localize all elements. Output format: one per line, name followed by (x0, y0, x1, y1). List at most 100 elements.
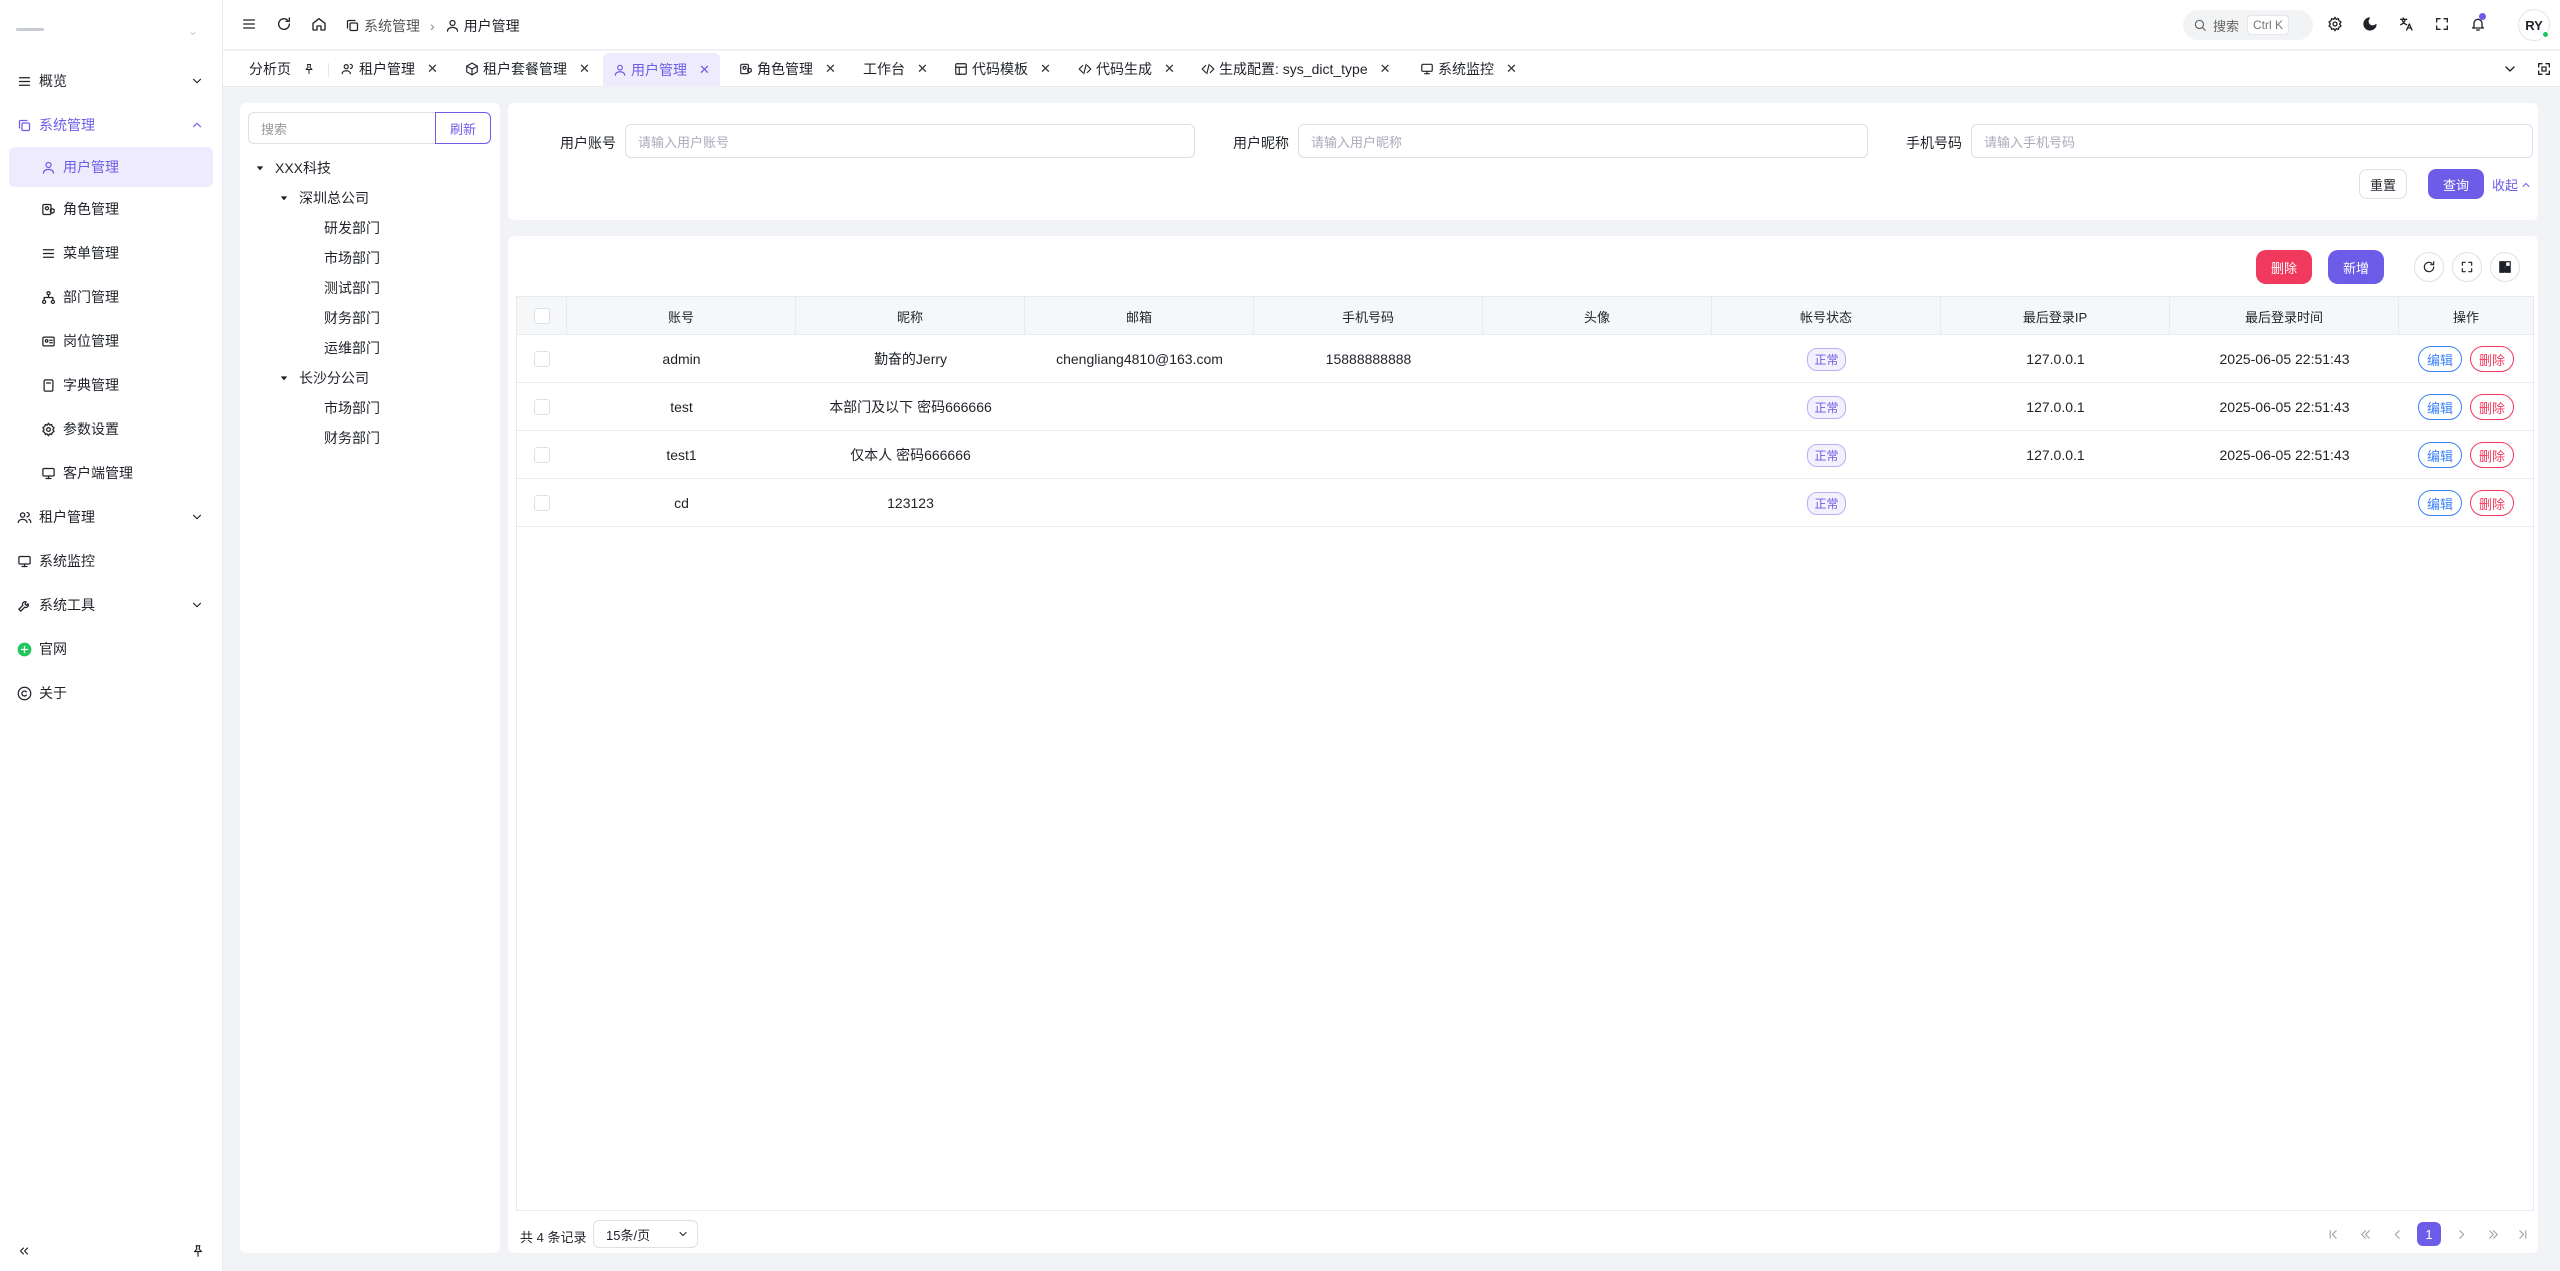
moon-icon[interactable] (2359, 13, 2381, 35)
table-row[interactable]: cd 123123 正常 编辑 删除 (517, 479, 2533, 527)
row-checkbox[interactable] (534, 495, 550, 511)
row-checkbox[interactable] (534, 447, 550, 463)
column-header[interactable]: 邮箱 (1025, 297, 1254, 335)
column-header[interactable]: 账号 (567, 297, 796, 335)
pin-icon[interactable] (303, 63, 315, 75)
close-icon[interactable]: ✕ (1164, 61, 1175, 77)
delete-row-button[interactable]: 删除 (2470, 490, 2515, 516)
tab-workbench[interactable]: 工作台 ✕ (853, 54, 938, 84)
chevron-down-icon[interactable]: ⌄ (188, 24, 198, 38)
home-icon[interactable] (308, 13, 330, 35)
edit-button[interactable]: 编辑 (2417, 442, 2462, 468)
fullscreen-icon[interactable] (2431, 13, 2453, 35)
caret-down-icon[interactable] (279, 373, 289, 383)
sidebar-item-clients[interactable]: 客户端管理 (0, 451, 222, 495)
refresh-icon[interactable] (2414, 252, 2444, 282)
tab-analysis[interactable]: 分析页 (239, 54, 325, 84)
close-icon[interactable]: ✕ (1380, 61, 1391, 77)
next-page-icon[interactable] (2449, 1222, 2473, 1246)
column-header[interactable]: 最后登录IP (1941, 297, 2170, 335)
close-icon[interactable]: ✕ (427, 61, 438, 77)
add-button[interactable]: 新增 (2328, 250, 2384, 284)
delete-row-button[interactable]: 删除 (2470, 346, 2515, 372)
sidebar-item-posts[interactable]: 岗位管理 (0, 319, 222, 363)
edit-button[interactable]: 编辑 (2417, 346, 2462, 372)
page-1-button[interactable]: 1 (2417, 1222, 2441, 1246)
tab-monitor[interactable]: 系统监控 ✕ (1410, 54, 1527, 84)
close-icon[interactable]: ✕ (579, 61, 590, 77)
tree-node-root[interactable]: XXX科技 (255, 156, 331, 180)
collapse-sidebar-icon[interactable] (14, 1241, 34, 1261)
edit-button[interactable]: 编辑 (2417, 490, 2462, 516)
sidebar-item-tenants[interactable]: 租户管理 (0, 495, 222, 539)
close-icon[interactable]: ✕ (1506, 61, 1517, 77)
global-search[interactable]: 搜索 Ctrl K (2183, 10, 2313, 40)
sidebar-item-overview[interactable]: 概览 (0, 59, 222, 103)
chevron-down-icon[interactable] (2499, 58, 2521, 80)
column-header[interactable]: 手机号码 (1254, 297, 1483, 335)
close-icon[interactable]: ✕ (917, 61, 928, 77)
column-header[interactable]: 昵称 (796, 297, 1025, 335)
tab-tenant-packages[interactable]: 租户套餐管理 ✕ (455, 54, 600, 84)
query-button[interactable]: 查询 (2428, 169, 2484, 199)
close-icon[interactable]: ✕ (825, 61, 836, 77)
tree-refresh-button[interactable]: 刷新 (435, 112, 491, 144)
tab-code-templates[interactable]: 代码模板 ✕ (944, 54, 1061, 84)
close-icon[interactable]: ✕ (1040, 61, 1051, 77)
tree-node[interactable]: 市场部门 (324, 246, 380, 270)
tree-node[interactable]: 运维部门 (324, 336, 380, 360)
fullscreen-icon[interactable] (2452, 252, 2482, 282)
fit-screen-icon[interactable] (2533, 58, 2555, 80)
column-header[interactable]: 最后登录时间 (2170, 297, 2399, 335)
pin-icon[interactable] (188, 1241, 208, 1261)
account-input[interactable]: 请输入用户账号 (625, 124, 1195, 158)
tree-node-shenzhen[interactable]: 深圳总公司 (279, 186, 369, 210)
sidebar-item-monitor[interactable]: 系统监控 (0, 539, 222, 583)
edit-button[interactable]: 编辑 (2417, 394, 2462, 420)
sidebar-item-about[interactable]: 关于 (0, 671, 222, 715)
nickname-input[interactable]: 请输入用户昵称 (1298, 124, 1868, 158)
phone-input[interactable]: 请输入手机号码 (1971, 124, 2533, 158)
tab-roles[interactable]: 角色管理 ✕ (729, 54, 846, 84)
tree-node-changsha[interactable]: 长沙分公司 (279, 366, 369, 390)
sidebar-item-config[interactable]: 参数设置 (0, 407, 222, 451)
sidebar-item-website[interactable]: 官网 (0, 627, 222, 671)
last-page-icon[interactable] (2510, 1222, 2534, 1246)
delete-button[interactable]: 删除 (2256, 250, 2312, 284)
menu-toggle-icon[interactable] (238, 13, 260, 35)
columns-setting-icon[interactable] (2490, 252, 2520, 282)
caret-down-icon[interactable] (279, 193, 289, 203)
page-size-select[interactable]: 15条/页 (593, 1220, 698, 1248)
tab-gen-config[interactable]: 生成配置: sys_dict_type ✕ (1191, 54, 1401, 84)
sidebar-item-depts[interactable]: 部门管理 (0, 275, 222, 319)
first-page-icon[interactable] (2321, 1222, 2345, 1246)
table-row[interactable]: test 本部门及以下 密码666666 正常 127.0.0.1 2025-0… (517, 383, 2533, 431)
tree-search-input[interactable]: 搜索 (248, 112, 435, 144)
tree-node[interactable]: 市场部门 (324, 396, 380, 420)
select-all-checkbox[interactable] (533, 308, 550, 324)
column-header[interactable]: 头像 (1483, 297, 1712, 335)
refresh-icon[interactable] (273, 13, 295, 35)
tree-node[interactable]: 测试部门 (324, 276, 380, 300)
delete-row-button[interactable]: 删除 (2470, 442, 2515, 468)
row-checkbox[interactable] (534, 351, 550, 367)
tree-node[interactable]: 财务部门 (324, 426, 380, 450)
reset-button[interactable]: 重置 (2359, 169, 2407, 199)
sidebar-item-dict[interactable]: 字典管理 (0, 363, 222, 407)
translate-icon[interactable] (2395, 13, 2417, 35)
bell-icon[interactable] (2467, 13, 2489, 35)
prev-page-icon[interactable] (2385, 1222, 2409, 1246)
close-icon[interactable]: ✕ (699, 62, 710, 78)
collapse-link[interactable]: 收起 (2492, 175, 2532, 194)
sidebar-item-roles[interactable]: 角色管理 (0, 187, 222, 231)
table-row[interactable]: test1 仅本人 密码666666 正常 127.0.0.1 2025-06-… (517, 431, 2533, 479)
column-header[interactable]: 帐号状态 (1712, 297, 1941, 335)
delete-row-button[interactable]: 删除 (2470, 394, 2515, 420)
tab-tenants[interactable]: 租户管理 ✕ (331, 54, 448, 84)
sidebar-item-menus[interactable]: 菜单管理 (0, 231, 222, 275)
caret-down-icon[interactable] (255, 163, 265, 173)
prev-group-icon[interactable] (2353, 1222, 2377, 1246)
next-group-icon[interactable] (2481, 1222, 2505, 1246)
gear-icon[interactable] (2324, 13, 2346, 35)
tree-node[interactable]: 财务部门 (324, 306, 380, 330)
